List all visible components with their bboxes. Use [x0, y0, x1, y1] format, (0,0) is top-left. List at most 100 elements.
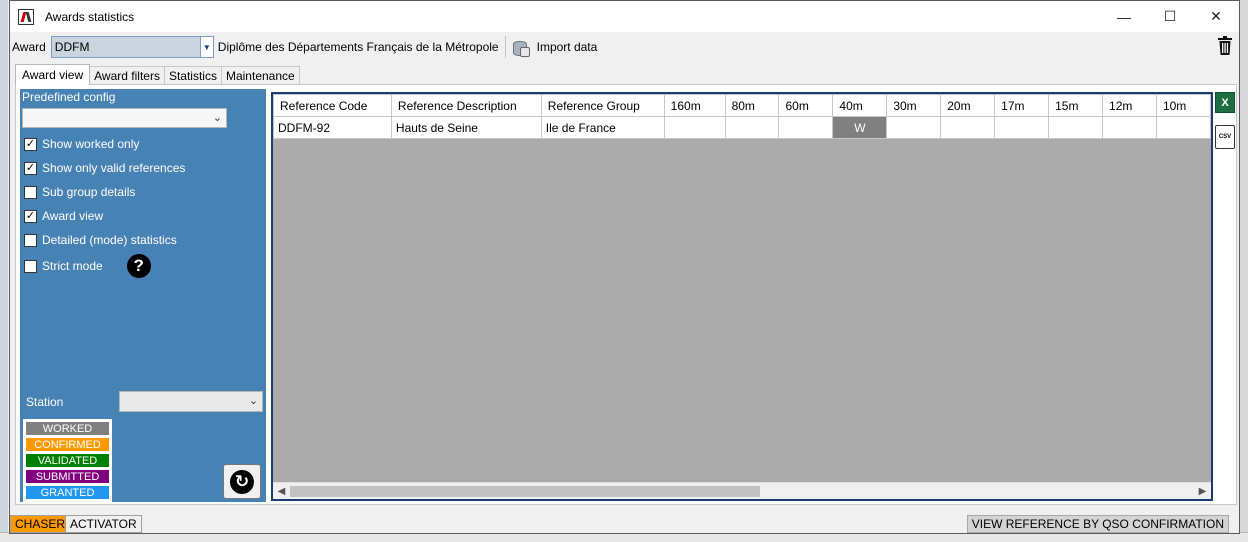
chevron-down-icon: ⌄ [248, 395, 258, 407]
table-row[interactable]: DDFM-92 Hauts de Seine Ile de France W [273, 116, 1211, 139]
column-header[interactable]: 30m [886, 94, 942, 117]
chevron-down-icon: ⌄ [212, 112, 222, 124]
title-bar: Awards statistics — ☐ ✕ [10, 1, 1239, 32]
chevron-down-icon[interactable]: ▼ [199, 37, 213, 57]
option-show-worked-only[interactable]: ✓ Show worked only [24, 137, 139, 151]
table-cell[interactable] [940, 116, 996, 139]
import-data-button[interactable]: Import data [512, 39, 598, 57]
checkbox-unchecked[interactable] [24, 233, 37, 247]
table-cell[interactable] [886, 116, 942, 139]
station-label: Station [26, 395, 64, 409]
award-table: Reference Code Reference Description Ref… [273, 94, 1211, 139]
column-header[interactable]: 160m [663, 94, 726, 117]
column-header[interactable]: 10m [1155, 94, 1211, 117]
checkbox-checked[interactable]: ✓ [24, 209, 37, 223]
column-header[interactable]: 20m [940, 94, 996, 117]
column-header[interactable]: 40m [832, 94, 888, 117]
table-cell[interactable]: Ile de France [540, 116, 665, 139]
chevron-left-icon[interactable]: ◀ [273, 484, 290, 499]
column-header[interactable]: 80m [724, 94, 780, 117]
legend-worked: WORKED [25, 421, 110, 436]
checkbox-unchecked[interactable] [24, 185, 37, 199]
option-detailed-mode-statistics[interactable]: Detailed (mode) statistics [24, 233, 177, 247]
checkbox-checked[interactable]: ✓ [24, 161, 37, 175]
table-cell[interactable] [778, 116, 834, 139]
table-cell[interactable] [994, 116, 1050, 139]
table-cell[interactable]: Hauts de Seine [390, 116, 542, 139]
chevron-right-icon[interactable]: ▶ [1194, 484, 1211, 499]
legend-validated: VALIDATED [25, 453, 110, 468]
table-header-row: Reference Code Reference Description Ref… [273, 94, 1211, 117]
background-app-left [0, 0, 8, 542]
tab-award-filters[interactable]: Award filters [89, 66, 165, 85]
option-strict-mode[interactable]: Strict mode ? [24, 254, 151, 278]
option-label: Show only valid references [42, 161, 186, 175]
view-reference-button[interactable]: VIEW REFERENCE BY QSO CONFIRMATION [966, 515, 1229, 533]
chaser-button[interactable]: CHASER [10, 515, 71, 533]
option-award-view[interactable]: ✓ Award view [24, 209, 103, 223]
tab-maintenance[interactable]: Maintenance [220, 66, 300, 85]
toolbar: Award DDFM ▼ Diplôme des Départements Fr… [10, 34, 1239, 60]
checkbox-unchecked[interactable] [24, 259, 37, 273]
column-header[interactable]: 15m [1048, 94, 1104, 117]
award-description: Diplôme des Départements Français de la … [217, 40, 499, 54]
help-icon[interactable]: ? [126, 254, 151, 278]
award-label: Award [12, 40, 46, 54]
trash-icon[interactable] [1217, 36, 1233, 56]
import-data-label: Import data [536, 40, 598, 54]
tab-bar: Award view Award filters Statistics Main… [15, 64, 300, 85]
table-cell[interactable] [1155, 116, 1211, 139]
options-panel: Predefined config ⌄ ✓ Show worked only ✓… [20, 89, 266, 502]
predefined-config-select[interactable]: ⌄ [22, 108, 227, 128]
database-icon [512, 39, 530, 57]
award-select-value: DDFM [54, 40, 90, 54]
toolbar-divider [504, 36, 506, 58]
tab-award-view[interactable]: Award view [15, 64, 91, 85]
option-label: Strict mode [42, 259, 103, 273]
close-button[interactable]: ✕ [1193, 1, 1239, 32]
refresh-icon: ↻ [230, 469, 254, 494]
option-label: Show worked only [42, 137, 140, 151]
column-header[interactable]: Reference Group [540, 94, 665, 117]
csv-export-icon[interactable]: CSV [1215, 125, 1235, 149]
status-legend: WORKED CONFIRMED VALIDATED SUBMITTED GRA… [23, 419, 112, 502]
window-controls: — ☐ ✕ [1101, 1, 1239, 32]
column-header[interactable]: 12m [1102, 94, 1157, 117]
maximize-button[interactable]: ☐ [1147, 1, 1193, 32]
table-cell[interactable] [1048, 116, 1104, 139]
horizontal-scrollbar[interactable]: ◀ ▶ [273, 482, 1211, 499]
predefined-config-label: Predefined config [22, 90, 116, 104]
table-cell[interactable] [1102, 116, 1157, 139]
table-cell[interactable] [663, 116, 726, 139]
refresh-button[interactable]: ↻ [223, 464, 261, 499]
minimize-button[interactable]: — [1101, 1, 1147, 32]
background-app-right [1240, 0, 1248, 542]
option-sub-group-details[interactable]: Sub group details [24, 185, 135, 199]
checkbox-checked[interactable]: ✓ [24, 137, 37, 151]
app-icon [18, 8, 34, 25]
award-view-panel: Predefined config ⌄ ✓ Show worked only ✓… [15, 84, 1237, 505]
column-header[interactable]: 17m [994, 94, 1050, 117]
activator-button[interactable]: ACTIVATOR [65, 515, 142, 533]
column-header[interactable]: Reference Code [273, 94, 392, 117]
column-header[interactable]: Reference Description [390, 94, 542, 117]
legend-confirmed: CONFIRMED [25, 437, 110, 452]
window-title: Awards statistics [45, 9, 135, 24]
column-header[interactable]: 60m [778, 94, 834, 117]
table-cell[interactable] [724, 116, 780, 139]
award-select[interactable]: DDFM ▼ [50, 36, 214, 58]
table-cell-worked[interactable]: W [832, 116, 888, 139]
option-label: Award view [42, 209, 104, 223]
award-grid[interactable]: Reference Code Reference Description Ref… [271, 92, 1213, 501]
scrollbar-thumb[interactable] [290, 486, 760, 497]
option-show-only-valid-references[interactable]: ✓ Show only valid references [24, 161, 185, 175]
station-select[interactable]: ⌄ [119, 391, 263, 412]
awards-statistics-window: Awards statistics — ☐ ✕ Award DDFM ▼ Dip… [9, 0, 1240, 534]
status-bar: CHASER ACTIVATOR VIEW REFERENCE BY QSO C… [10, 512, 1239, 534]
option-label: Detailed (mode) statistics [42, 233, 177, 247]
legend-granted: GRANTED [25, 485, 110, 500]
option-label: Sub group details [42, 185, 136, 199]
tab-statistics[interactable]: Statistics [163, 66, 222, 85]
table-cell[interactable]: DDFM-92 [273, 116, 392, 139]
excel-export-icon[interactable]: X [1215, 92, 1235, 113]
